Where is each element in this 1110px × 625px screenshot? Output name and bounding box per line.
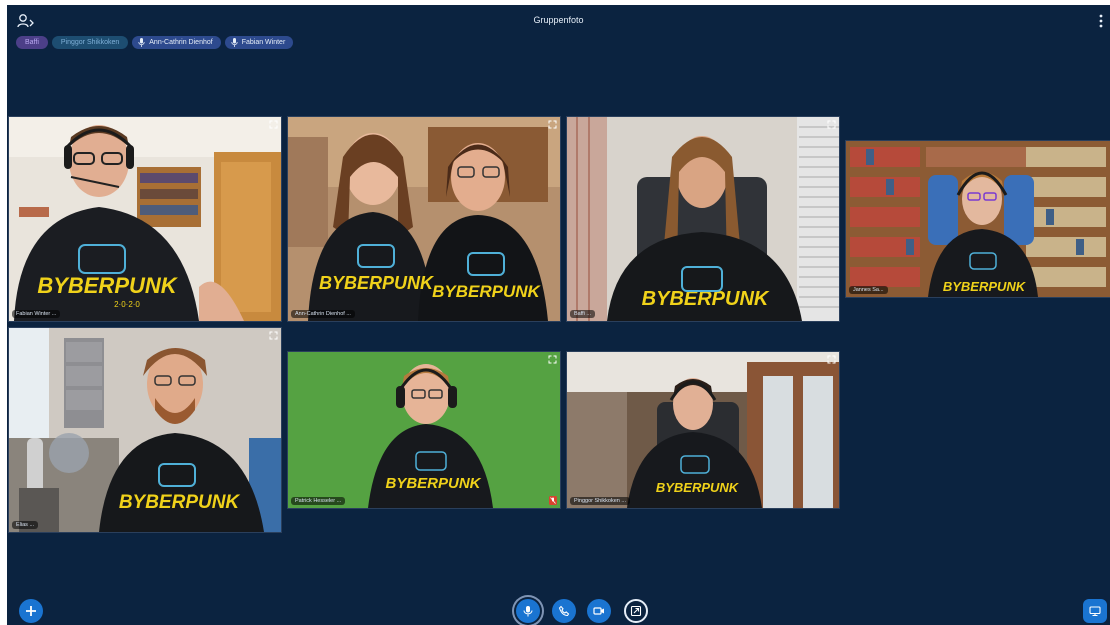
screen-share-icon xyxy=(630,605,642,617)
more-vertical-icon[interactable] xyxy=(1098,13,1104,29)
video-feed: BYBERPUNK xyxy=(288,352,560,508)
video-tile[interactable]: BYBERPUNK Baffi ... xyxy=(566,116,840,322)
microphone-icon xyxy=(231,38,238,47)
video-tile[interactable]: BYBERPUNK 2·0·2·0 Fabian Winter ... xyxy=(8,116,282,322)
participant-chip[interactable]: Baffi xyxy=(16,36,48,49)
share-screen-icon xyxy=(1089,606,1101,617)
video-tile[interactable]: BYBERPUNK Jannes Sa... xyxy=(845,140,1110,298)
shirt-logo-text: BYBERPUNK xyxy=(943,279,1027,294)
microphone-icon xyxy=(523,606,533,617)
shirt-logo-text: BYBERPUNK xyxy=(432,282,541,301)
video-tile[interactable]: BYBERPUNK Elias ... xyxy=(8,327,282,533)
plus-icon xyxy=(26,606,36,616)
tile-name-tag: Elias ... xyxy=(12,521,39,529)
shirt-logo-text: BYBERPUNK xyxy=(319,273,435,293)
participant-chip-label: Pinggor Shikkoken xyxy=(60,39,120,46)
participant-chip[interactable]: Pinggor Shikkoken xyxy=(51,36,129,49)
tile-name-tag: Fabian Winter ... xyxy=(12,310,61,318)
participant-chips: Baffi Pinggor Shikkoken Ann-Cathrin Dien… xyxy=(16,36,294,49)
tile-name-tag: Pinggor Shikkoken ... xyxy=(570,497,630,505)
shirt-logo-text: BYBERPUNK xyxy=(656,480,740,495)
microphone-icon xyxy=(138,38,145,47)
shirt-logo-text: BYBERPUNK xyxy=(119,492,241,513)
expand-icon[interactable] xyxy=(548,355,557,364)
tile-name-tag: Jannes Sa... xyxy=(849,286,888,294)
video-feed: BYBERPUNK xyxy=(846,141,1110,297)
video-tile[interactable]: BYBERPUNK Patrick Hesseler ... xyxy=(287,351,561,509)
tile-name-tag: Ann-Cathrin Dienhof ... xyxy=(291,310,355,318)
tile-name-tag: Patrick Hesseler ... xyxy=(291,497,346,505)
add-button[interactable] xyxy=(19,599,43,623)
top-bar: Gruppenfoto xyxy=(7,5,1110,37)
participant-chip-label: Baffi xyxy=(25,39,39,46)
call-button[interactable] xyxy=(552,599,576,623)
phone-icon xyxy=(558,605,570,617)
video-call-window: Gruppenfoto Baffi Pinggor Shikkoken Ann-… xyxy=(7,5,1110,625)
video-tile[interactable]: BYBERPUNK Pinggor Shikkoken ... xyxy=(566,351,840,509)
mic-muted-icon xyxy=(549,496,557,505)
share-screen-button[interactable] xyxy=(1083,599,1107,623)
tile-name-tag: Baffi ... xyxy=(570,310,596,318)
participant-chip[interactable]: Fabian Winter xyxy=(224,36,294,49)
shirt-logo-text: BYBERPUNK xyxy=(385,475,481,492)
screen-button[interactable] xyxy=(624,599,648,623)
call-title: Gruppenfoto xyxy=(533,15,584,25)
video-feed: BYBERPUNK xyxy=(567,117,839,321)
microphone-button[interactable] xyxy=(516,599,540,623)
video-tile[interactable]: BYBERPUNK BYBERPUNK Ann-Cathrin Dienhof … xyxy=(287,116,561,322)
video-feed: BYBERPUNK xyxy=(567,352,839,508)
participant-chip-label: Ann-Cathrin Dienhof xyxy=(149,39,213,46)
video-feed: BYBERPUNK 2·0·2·0 xyxy=(9,117,281,321)
expand-icon[interactable] xyxy=(827,355,836,364)
shirt-logo-subtext: 2·0·2·0 xyxy=(114,300,140,309)
expand-icon[interactable] xyxy=(548,120,557,129)
video-button[interactable] xyxy=(587,599,611,623)
expand-icon[interactable] xyxy=(269,331,278,340)
participant-chip[interactable]: Ann-Cathrin Dienhof xyxy=(132,36,221,49)
video-feed: BYBERPUNK BYBERPUNK xyxy=(288,117,560,321)
participant-chip-label: Fabian Winter xyxy=(241,39,286,46)
expand-icon[interactable] xyxy=(827,120,836,129)
expand-icon[interactable] xyxy=(269,120,278,129)
video-camera-icon xyxy=(593,607,604,615)
video-feed: BYBERPUNK xyxy=(9,328,281,532)
shirt-logo-text: BYBERPUNK xyxy=(37,273,178,298)
